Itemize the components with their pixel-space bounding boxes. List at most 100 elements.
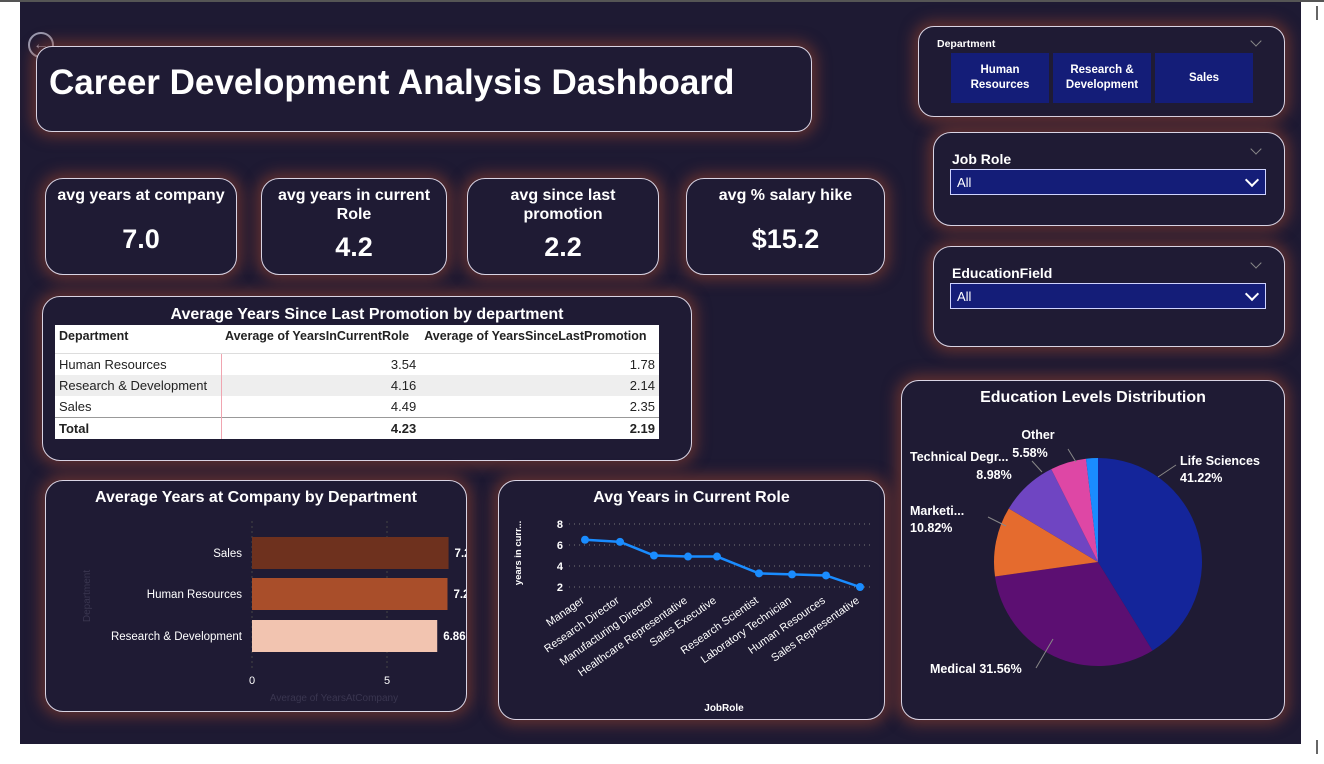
- job-role-value: All: [957, 175, 972, 190]
- dashboard-canvas: ← Career Development Analysis Dashboard …: [20, 2, 1301, 744]
- job-role-slicer: Job Role All: [933, 132, 1285, 226]
- kpi-label: avg years in current Role: [277, 187, 431, 223]
- leader-line: [1157, 464, 1177, 478]
- matrix-title: Average Years Since Last Promotion by de…: [170, 306, 564, 323]
- y-axis-label: years in curr...: [513, 521, 524, 585]
- table-cell: Human Resources: [59, 357, 167, 372]
- kpi-value: 7.0: [122, 224, 160, 254]
- chevron-down-icon: [1244, 286, 1260, 302]
- x-axis-label: JobRole: [704, 703, 744, 714]
- page-title: Career Development Analysis Dashboard: [49, 63, 735, 102]
- kpi-card-years-at-company: avg years at company 7.0: [45, 178, 237, 275]
- category-label: Research & Development: [111, 631, 243, 643]
- data-label: 7.24: [453, 589, 466, 601]
- chevron-down-icon: [1244, 172, 1260, 188]
- kpi-value: 4.2: [335, 232, 373, 262]
- slice-label: Medical 31.56%: [930, 662, 1022, 676]
- slice-label: Life Sciences: [1180, 454, 1260, 468]
- column-header[interactable]: Average of YearsSinceLastPromotion: [420, 325, 659, 354]
- chevron-down-icon[interactable]: [1250, 257, 1262, 269]
- x-tick-label: 5: [384, 675, 390, 687]
- data-point[interactable]: [755, 569, 763, 578]
- promotion-matrix-card: Average Years Since Last Promotion by de…: [42, 296, 692, 461]
- years-in-role-chart-card: Avg Years in Current Role 2 4 6 8 Manager Res…: [498, 480, 885, 720]
- category-label: Human Resources: [147, 589, 242, 601]
- line-chart: 2468ManagerResearch DirectorManufacturin…: [513, 519, 871, 714]
- kpi-label: avg % salary hike: [718, 187, 853, 204]
- kpi-value: $15.2: [751, 224, 820, 254]
- column-header[interactable]: Average of YearsInCurrentRole: [221, 325, 421, 354]
- promotion-matrix-table: Department Average of YearsInCurrentRole…: [55, 325, 659, 439]
- kpi-value: 2.2: [544, 232, 582, 262]
- leader-line: [1067, 448, 1077, 463]
- data-label: 6.86: [443, 631, 465, 643]
- y-tick-label: 6: [557, 540, 563, 552]
- data-point[interactable]: [856, 583, 864, 591]
- data-point[interactable]: [822, 571, 830, 580]
- table-cell: Sales: [59, 399, 92, 414]
- table-cell: Research & Development: [55, 375, 221, 396]
- job-role-dropdown[interactable]: All: [950, 169, 1266, 195]
- y-tick-label: 2: [557, 582, 563, 594]
- table-row: Research & Development 4.16 2.14: [55, 375, 659, 396]
- y-tick-label: 4: [557, 561, 564, 573]
- table-cell: 4.16: [220, 375, 421, 396]
- category-label: Sales: [213, 548, 242, 560]
- table-cell: 1.78: [629, 357, 655, 372]
- slice-label: Other: [1021, 428, 1054, 442]
- bar-chart: Sales 7.28 Human Resources 7.24 Research & D…: [82, 521, 466, 704]
- department-slicer[interactable]: Department Human Resources Research & De…: [918, 26, 1285, 117]
- table-cell: 2.14: [420, 375, 659, 396]
- table-cell: 4.23: [220, 417, 421, 439]
- department-slicer-label: Department: [937, 38, 996, 50]
- slice-pct: 41.22%: [1180, 471, 1222, 485]
- department-option-sales[interactable]: Sales: [1155, 53, 1253, 103]
- chevron-down-icon[interactable]: [1250, 35, 1262, 47]
- education-field-dropdown[interactable]: All: [950, 283, 1266, 309]
- data-point[interactable]: [684, 552, 692, 561]
- data-point[interactable]: [713, 552, 721, 561]
- kpi-label: avg years at company: [57, 187, 225, 204]
- y-tick-label: 8: [557, 519, 563, 531]
- data-point[interactable]: [650, 551, 658, 560]
- slice-label: Marketi...: [910, 504, 964, 518]
- table-row: Human Resources 3.54 1.78: [55, 353, 659, 375]
- slice-pct: 10.82%: [910, 521, 952, 535]
- table-cell: 2.35: [629, 399, 655, 414]
- data-point[interactable]: [616, 537, 624, 546]
- education-field-value: All: [957, 289, 972, 304]
- table-cell: Total: [55, 417, 221, 439]
- bar[interactable]: [252, 578, 448, 610]
- slice-pct: 5.58%: [1012, 446, 1047, 460]
- department-option-research-development[interactable]: Research & Development: [1053, 53, 1151, 103]
- table-cell: 4.49: [220, 396, 421, 418]
- table-row: Sales 4.49 2.35: [55, 396, 659, 418]
- kpi-card-salary-hike: avg % salary hike $15.2: [686, 178, 885, 275]
- data-point[interactable]: [581, 535, 589, 544]
- education-distribution-chart-card: Education Levels Distribution Life Scien…: [901, 380, 1285, 720]
- bar[interactable]: [252, 620, 438, 652]
- department-option-human-resources[interactable]: Human Resources: [951, 53, 1049, 103]
- table-cell: 3.54: [220, 353, 421, 375]
- kpi-label: avg since last promotion: [510, 187, 616, 223]
- series-line: [584, 538, 861, 589]
- bar[interactable]: [252, 537, 449, 569]
- slice-label: Technical Degr...: [910, 450, 1008, 464]
- x-tick-label: 0: [249, 675, 255, 687]
- title-card: Career Development Analysis Dashboard: [36, 46, 812, 132]
- job-role-label: Job Role: [952, 151, 1012, 167]
- education-field-label: EducationField: [952, 265, 1053, 281]
- data-point[interactable]: [788, 570, 796, 579]
- kpi-card-years-in-role: avg years in current Role 4.2: [261, 178, 447, 275]
- years-at-company-chart-card: Average Years at Company by Department S…: [45, 480, 467, 712]
- table-total-row: Total 4.23 2.19: [55, 417, 659, 439]
- y-axis-label: Department: [82, 570, 93, 622]
- data-label: 7.28: [455, 548, 466, 560]
- slice-pct: 8.98%: [976, 468, 1011, 482]
- pie-chart: Life Sciences 41.22% Medical 31.56% Marketi…: [910, 428, 1260, 676]
- column-header[interactable]: Department: [55, 325, 221, 354]
- x-axis-label: Average of YearsAtCompany: [270, 693, 398, 704]
- chevron-down-icon[interactable]: [1250, 143, 1262, 155]
- leader-line: [1031, 460, 1043, 473]
- education-field-slicer: EducationField All: [933, 246, 1285, 347]
